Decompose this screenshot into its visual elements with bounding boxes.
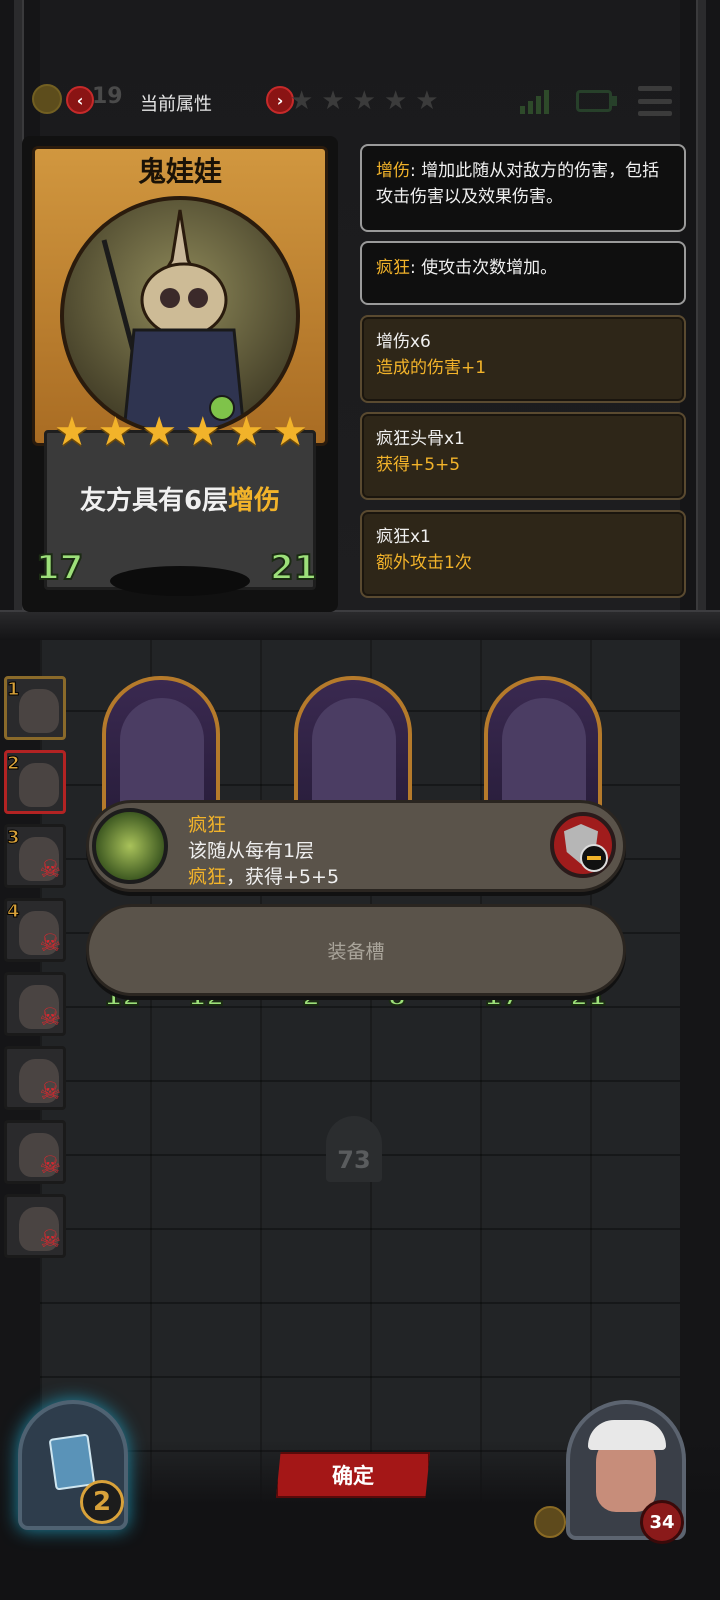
- madness-skull-icon: [92, 808, 168, 884]
- coin-count: 19: [92, 84, 123, 109]
- card-desc-prefix: 友方具有6层: [79, 486, 229, 516]
- deck-count: 2: [80, 1480, 124, 1524]
- skull-icon: ☠: [39, 1151, 61, 1179]
- card-icon: [48, 1433, 96, 1491]
- hero-health: 34: [640, 1500, 684, 1544]
- keyword-info-panel: 增伤: 增加此随从对敌方的伤害，包括攻击伤害以及效果伤害。: [360, 144, 686, 232]
- minus-icon: [580, 844, 608, 872]
- star-icon: ★: [290, 86, 314, 116]
- rank-stars: ★ ★ ★ ★ ★: [290, 88, 439, 114]
- slot-number: 2: [7, 753, 20, 775]
- star-icon: ★: [54, 409, 90, 455]
- team-slot[interactable]: ☠: [4, 1120, 66, 1184]
- effect-detail: 获得+5+5: [376, 455, 461, 475]
- minion-art: [502, 698, 586, 808]
- keyword-description: : 使攻击次数增加。: [410, 258, 558, 278]
- coin-icon: [32, 84, 62, 114]
- effect-panel[interactable]: 疯狂头骨x1 获得+5+5: [360, 412, 686, 500]
- skull-icon: ☠: [39, 1225, 61, 1253]
- team-slot[interactable]: 3 ☠: [4, 824, 66, 888]
- effect-title: 增伤x6: [376, 332, 431, 352]
- battery-tip: [612, 96, 617, 106]
- tooltip-keyword: 疯狂: [188, 866, 227, 888]
- star-icon: ★: [184, 409, 221, 455]
- effect-detail: 额外攻击1次: [376, 553, 472, 573]
- effect-detail: 造成的伤害+1: [376, 358, 487, 378]
- star-icon: ★: [415, 86, 439, 116]
- team-slot[interactable]: 1: [4, 676, 66, 740]
- equipment-slot[interactable]: 装备槽: [86, 904, 626, 996]
- slot-number: 3: [7, 827, 20, 849]
- hero-hat: [588, 1420, 666, 1450]
- voodoo-doll-portrait: [60, 196, 300, 436]
- equipment-slot-label: 装备槽: [327, 940, 385, 963]
- team-slot[interactable]: 4 ☠: [4, 898, 66, 962]
- star-icon: ★: [228, 409, 265, 455]
- turn-number: 73: [337, 1146, 371, 1174]
- tooltip-title: 疯狂: [188, 814, 227, 836]
- keyword-label: 增伤: [376, 161, 410, 181]
- effect-title: 疯狂x1: [376, 527, 431, 547]
- minion-art: [120, 698, 204, 808]
- slot-number: 1: [7, 679, 20, 701]
- tooltip-line3-text: ，获得+5+5: [226, 866, 340, 888]
- battery-icon: [576, 90, 612, 112]
- signal-icon: [520, 88, 549, 114]
- team-slot[interactable]: 2: [4, 750, 66, 814]
- team-slot[interactable]: ☠: [4, 972, 66, 1036]
- attack-value: 17: [35, 547, 84, 589]
- star-icon: ★: [321, 86, 345, 116]
- star-icon: ★: [141, 409, 178, 455]
- confirm-label: 确定: [332, 1464, 374, 1488]
- star-icon: ★: [352, 86, 376, 116]
- skull-icon: ☠: [39, 1003, 61, 1031]
- skull-icon: ☠: [39, 929, 61, 957]
- tooltip-line: 该随从每有1层: [188, 840, 315, 862]
- card-ability-text: 友方具有6层增伤: [44, 480, 316, 517]
- effect-title: 疯狂头骨x1: [376, 429, 465, 449]
- health-stat: 21: [269, 547, 328, 602]
- minion-art: [312, 698, 396, 808]
- keyword-label: 疯狂: [376, 258, 410, 278]
- minion-avatar: [19, 763, 59, 807]
- star-icon: ★: [272, 409, 308, 455]
- card-desc-keyword: 增伤: [228, 486, 281, 516]
- skull-icon: ☠: [39, 1077, 61, 1105]
- star-icon: ★: [97, 409, 134, 455]
- keyword-description: : 增加此随从对敌方的伤害，包括攻击伤害以及效果伤害。: [376, 161, 660, 207]
- confirm-button[interactable]: 确定: [276, 1452, 430, 1498]
- star-icon: ★: [383, 86, 408, 116]
- skull-icon: ☠: [39, 855, 61, 883]
- minion-avatar: [19, 689, 59, 733]
- menu-icon[interactable]: [638, 86, 672, 116]
- card-name: 鬼娃娃: [137, 155, 222, 188]
- team-slot[interactable]: ☠: [4, 1194, 66, 1258]
- card-stars: ★ ★ ★ ★ ★ ★: [54, 412, 308, 452]
- bell-icon[interactable]: [534, 1506, 566, 1538]
- turn-marker: 73: [326, 1116, 382, 1182]
- card-shadow: [110, 566, 250, 596]
- slot-number: 4: [7, 901, 20, 923]
- team-slot[interactable]: ☠: [4, 1046, 66, 1110]
- keyword-info-panel: 疯狂: 使攻击次数增加。: [360, 241, 686, 305]
- health-value: 21: [269, 547, 318, 589]
- panel-ledge: [0, 610, 720, 640]
- attack-stat: 17: [35, 547, 90, 602]
- effect-panel[interactable]: 疯狂x1 额外攻击1次: [360, 510, 686, 598]
- tooltip-line: 疯狂，获得+5+5: [188, 862, 339, 889]
- frame-right: [696, 0, 706, 620]
- effect-panel[interactable]: 增伤x6 造成的伤害+1: [360, 315, 686, 403]
- prev-arrow-button[interactable]: ‹: [66, 86, 94, 114]
- page-title: 当前属性: [140, 94, 212, 115]
